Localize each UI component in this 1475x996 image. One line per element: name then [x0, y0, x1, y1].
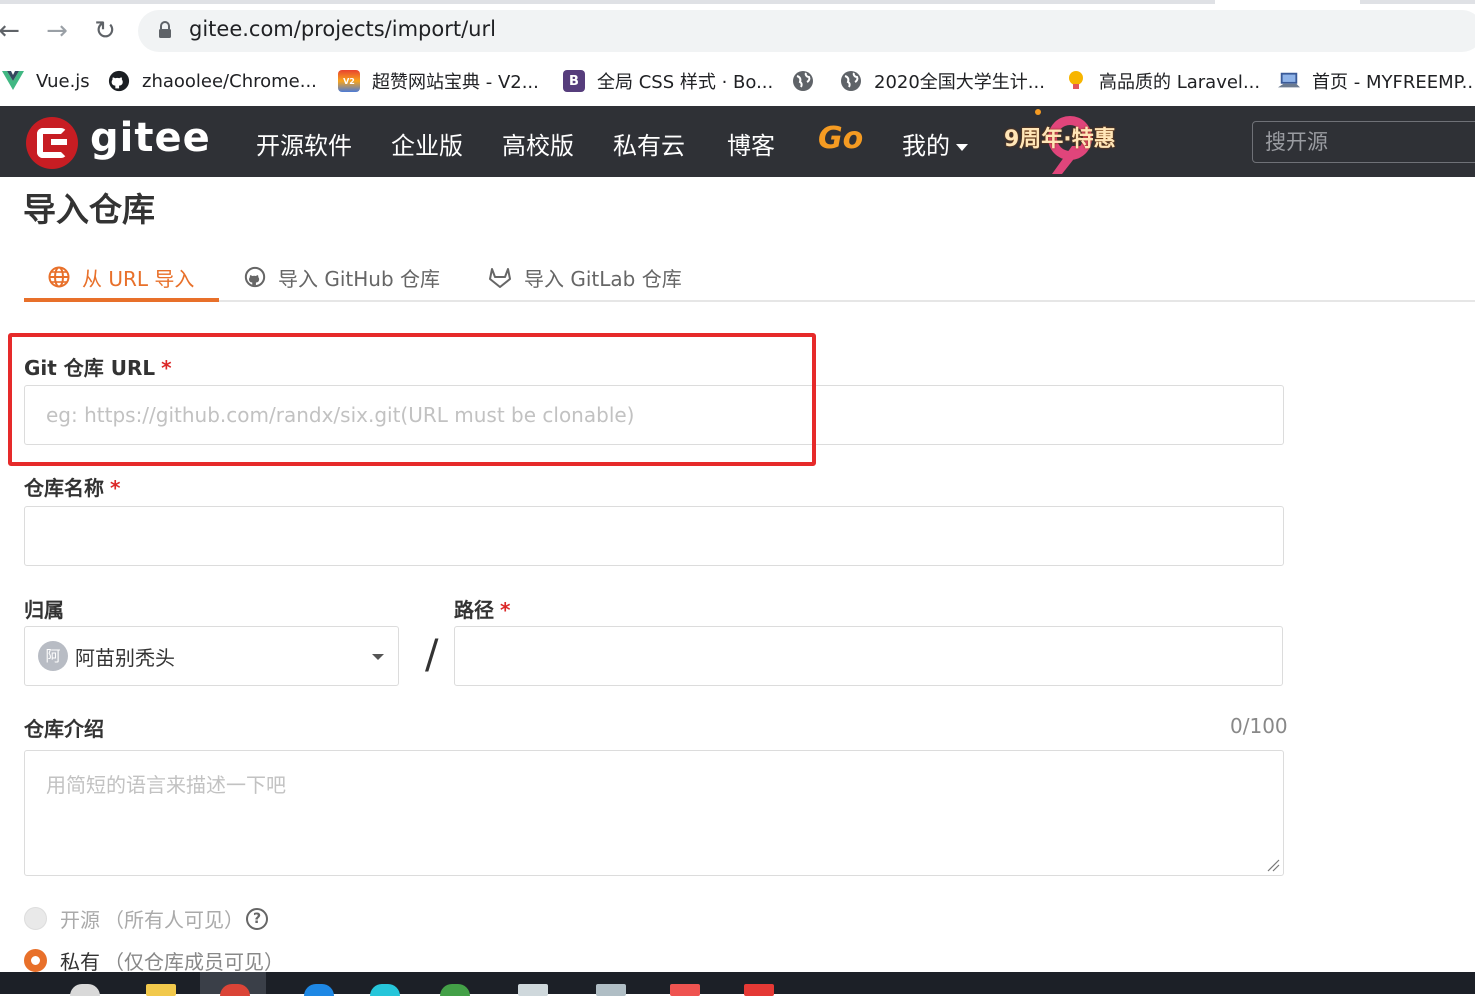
nav-private-cloud[interactable]: 私有云	[613, 126, 685, 161]
bookmark-label: Vue.js	[36, 70, 90, 92]
tab-url-import[interactable]: 从 URL 导入	[48, 252, 194, 302]
bookmark-label: 2020全国大学生计...	[874, 72, 1045, 93]
taskbar-app-icon[interactable]	[518, 984, 548, 996]
required-mark: *	[110, 476, 121, 500]
taskbar-chrome-icon[interactable]	[220, 984, 250, 996]
taskbar-app-icon[interactable]	[440, 984, 470, 996]
option-label: 私有	[60, 950, 100, 974]
intro-char-counter: 0/100	[1230, 714, 1288, 738]
github-icon	[244, 266, 266, 288]
gitee-logo-bar	[51, 139, 67, 145]
bookmark-contest[interactable]: 2020全国大学生计...	[840, 68, 1045, 94]
gitlab-icon	[488, 266, 512, 288]
repo-name-label-text: 仓库名称	[24, 476, 104, 500]
path-input[interactable]	[454, 626, 1283, 686]
tab-github-import[interactable]: 导入 GitHub 仓库	[244, 252, 440, 302]
nav-open-source[interactable]: 开源软件	[256, 126, 352, 161]
owner-label: 归属	[24, 598, 64, 622]
globe-icon	[792, 70, 814, 92]
tab-label: 导入 GitHub 仓库	[278, 266, 441, 291]
github-icon	[108, 70, 130, 92]
radio-button[interactable]	[24, 949, 47, 972]
url-text[interactable]: gitee.com/projects/import/url	[189, 17, 496, 41]
taskbar-search-icon[interactable]	[70, 984, 100, 996]
nav-mine-label: 我的	[902, 132, 950, 160]
visibility-public-option[interactable]: 开源 （所有人可见） ?	[24, 904, 268, 933]
chevron-down-icon	[956, 143, 968, 151]
nav-mine[interactable]: 我的	[902, 126, 968, 161]
taskbar-vscode-icon[interactable]	[304, 984, 334, 996]
bookmark-laravel[interactable]: 高品质的 Laravel...	[1065, 68, 1260, 94]
vue-icon	[2, 70, 24, 92]
required-mark: *	[500, 598, 511, 622]
active-tab-indicator	[24, 298, 219, 302]
tab-strip-edge	[0, 0, 1215, 4]
resize-grip-icon[interactable]	[1266, 858, 1280, 872]
intro-label: 仓库介绍	[24, 717, 104, 741]
bookmark-chrome[interactable]: zhaoolee/Chrome...	[108, 68, 317, 94]
taskbar-folder-icon[interactable]	[146, 984, 176, 996]
bulb-icon	[1065, 70, 1087, 92]
bookmark-vue[interactable]: Vue.js	[2, 68, 90, 94]
owner-select[interactable]: 阿 阿苗别秃头	[24, 626, 399, 686]
bootstrap-icon: B	[563, 70, 585, 92]
taskbar-app-icon[interactable]	[596, 984, 626, 996]
taskbar-app-icon[interactable]	[744, 984, 774, 996]
bookmark-label: 高品质的 Laravel...	[1099, 72, 1261, 93]
option-label: 开源	[60, 908, 100, 932]
intro-textarea[interactable]	[24, 750, 1284, 876]
logo-text[interactable]: gitee	[90, 115, 211, 161]
reload-icon[interactable]: ↻	[88, 14, 122, 48]
path-separator: /	[425, 632, 439, 678]
nav-blog[interactable]: 博客	[727, 126, 775, 161]
bookmark-label: 全局 CSS 样式 · Bo...	[597, 72, 774, 93]
import-tabs	[24, 252, 1475, 302]
forward-arrow-icon[interactable]: →	[40, 14, 74, 48]
site-search[interactable]	[1252, 121, 1475, 163]
repo-name-label: 仓库名称 *	[24, 472, 120, 501]
nav-education[interactable]: 高校版	[502, 126, 574, 161]
bookmark-label: 超赞网站宝典 - V2...	[372, 72, 539, 93]
anniversary-promo[interactable]: 9周年·特惠	[1004, 121, 1116, 153]
computer-icon	[1278, 70, 1300, 92]
bookmark-bootstrap[interactable]: B 全局 CSS 样式 · Bo...	[563, 68, 773, 94]
avatar: 阿	[38, 641, 68, 671]
chevron-down-icon	[372, 654, 384, 660]
back-arrow-icon[interactable]: ←	[0, 14, 26, 48]
v2-icon: V2	[338, 70, 360, 92]
globe-icon	[840, 70, 862, 92]
bookmark-v2[interactable]: V2 超赞网站宝典 - V2...	[338, 68, 539, 94]
nav-go[interactable]: Go	[818, 121, 863, 156]
tab-strip-edge-right	[1360, 0, 1475, 4]
help-icon[interactable]: ?	[246, 907, 268, 930]
path-label-text: 路径	[454, 598, 494, 622]
taskbar-app-icon[interactable]	[370, 984, 400, 996]
bookmark-myfreemp[interactable]: 首页 - MYFREEMP...	[1278, 68, 1475, 94]
nav-enterprise[interactable]: 企业版	[391, 126, 463, 161]
bookmark-label: 首页 - MYFREEMP...	[1312, 72, 1475, 93]
tab-label: 从 URL 导入	[82, 266, 195, 291]
search-input[interactable]	[1253, 122, 1475, 162]
radio-button[interactable]	[24, 907, 47, 930]
tab-label: 导入 GitLab 仓库	[524, 266, 682, 291]
owner-name: 阿苗别秃头	[75, 646, 175, 670]
option-note: （所有人可见）	[104, 908, 244, 932]
lock-icon	[159, 21, 171, 38]
option-note: （仅仓库成员可见）	[104, 950, 284, 974]
taskbar-app-icon[interactable]	[670, 984, 700, 996]
bookmark-label: zhaoolee/Chrome...	[142, 70, 317, 92]
globe-icon	[48, 266, 70, 288]
page-title: 导入仓库	[23, 190, 155, 229]
bookmark-globe[interactable]	[792, 68, 826, 94]
tab-gitlab-import[interactable]: 导入 GitLab 仓库	[488, 252, 682, 302]
visibility-private-option[interactable]: 私有 （仅仓库成员可见）	[24, 946, 284, 975]
repo-name-input[interactable]	[24, 506, 1284, 566]
path-label: 路径 *	[454, 594, 510, 623]
annotation-highlight-box	[8, 333, 816, 466]
